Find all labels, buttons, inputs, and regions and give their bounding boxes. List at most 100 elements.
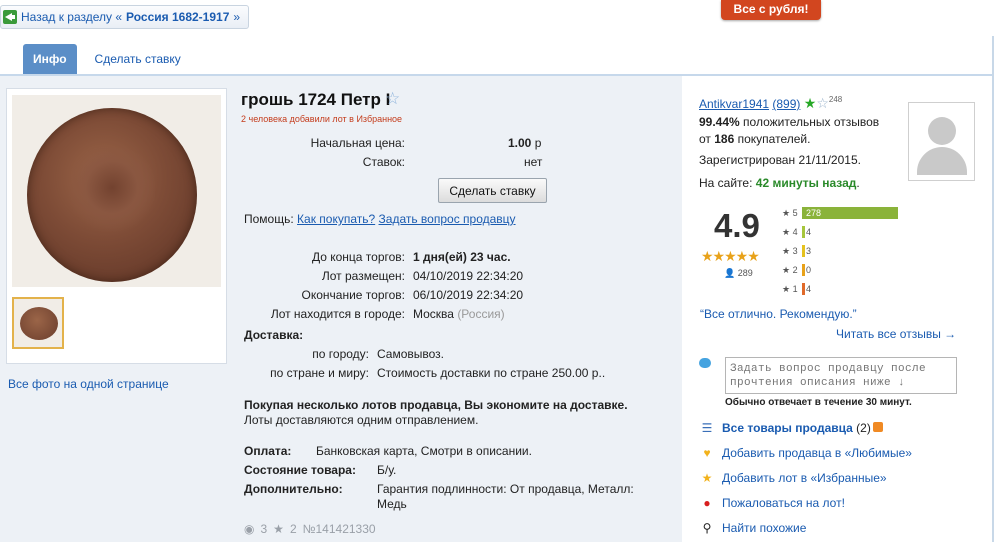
back-to-section-link[interactable]: Назад к разделу «Россия 1682-1917» [0, 5, 250, 29]
positive-pct: 99.44% [699, 115, 740, 129]
bids-value: нет [524, 155, 543, 169]
complain-link[interactable]: Пожаловаться на лот! [722, 496, 845, 510]
time-left-value: 1 дня(ей) 23 час. [413, 250, 511, 264]
rating-bar-label: ★ 3 [782, 246, 798, 256]
find-similar-link[interactable]: Найти похожие [722, 521, 806, 535]
help-row: Помощь: Как покупать? Задать вопрос прод… [244, 212, 516, 226]
eagle-relief [69, 148, 155, 236]
all-goods-link[interactable]: Все товары продавца [722, 421, 853, 435]
rss-icon[interactable] [872, 422, 883, 432]
from-label: от [699, 132, 711, 146]
seller-sup-count: 248 [828, 95, 843, 104]
add-seller-row[interactable]: ♥ Добавить продавца в «Любимые» [700, 446, 912, 460]
delivery-world-label: по стране и миру: [270, 366, 369, 380]
tab-place-bid[interactable]: Сделать ставку [77, 44, 191, 74]
lot-title: грошь 1724 Петр I [241, 90, 391, 109]
alert-icon: ● [703, 496, 711, 510]
city-label: Лот находится в городе: [270, 307, 405, 321]
score-stars-icon: ★★★★★ [701, 248, 760, 264]
seller-name-link[interactable]: Antikvar1941 [699, 97, 769, 111]
delivery-city-value: Самовывоз. [377, 347, 445, 361]
rating-bar-count: 3 [806, 246, 812, 256]
favorite-star-icon[interactable]: ☆ [385, 89, 400, 109]
complain-row[interactable]: ● Пожаловаться на лот! [700, 496, 845, 510]
ask-seller-link[interactable]: Задать вопрос продавцу [379, 212, 516, 226]
views-count: 3 [260, 522, 268, 536]
rating-bar-label: ★ 4 [782, 227, 798, 237]
country-value: (Россия) [457, 307, 505, 321]
reply-time-note: Обычно отвечает в течение 30 минут. [725, 397, 912, 408]
eye-icon: ◉ [244, 522, 255, 536]
online-value: 42 минуты назад [755, 176, 857, 190]
rating-bar-fill [802, 226, 805, 238]
lot-stats: ◉ 3 ★ 2 №141421330 [244, 522, 376, 536]
rating-bar-row: ★ 1 4 [782, 282, 892, 301]
positive-text: положительных отзывов [743, 115, 880, 129]
add-lot-row[interactable]: ★ Добавить лот в «Избранные» [700, 471, 887, 485]
placed-label: Лот размещен: [321, 269, 405, 283]
start-price-value: 1.00 [508, 136, 532, 150]
rating-distribution: ★ 5 278 ★ 4 4 ★ 3 3 ★ 2 0 ★ 1 4 [782, 206, 898, 301]
rating-bar-label: ★ 1 [782, 284, 798, 294]
seller-panel: Antikvar1941 (899) ★☆248 99.44% положите… [682, 76, 992, 542]
photo-gallery [6, 88, 227, 364]
ends-value: 06/10/2019 22:34:20 [413, 288, 524, 302]
favorites-note: 2 человека добавили лот в Избранное [241, 114, 403, 124]
positive-feedback: 99.44% положительных отзывов [699, 115, 879, 129]
how-to-buy-link[interactable]: Как покупать? [297, 212, 375, 226]
payment-value: Банковская карта, Смотри в описании. [316, 444, 532, 458]
ends-label: Окончание торгов: [301, 288, 406, 302]
lot-number: №141421330 [302, 522, 376, 536]
lot-details: грошь 1724 Петр I ☆ 2 человека добавили … [232, 76, 682, 542]
similar-row[interactable]: ⚲ Найти похожие [700, 521, 807, 535]
top-bar: Назад к разделу «Россия 1682-1917» Все с… [0, 0, 996, 36]
place-bid-button[interactable]: Сделать ставку [438, 178, 547, 203]
rating-bar-fill [802, 283, 805, 295]
extra-label: Дополнительно: [244, 482, 343, 496]
all-goods-row[interactable]: ☰ Все товары продавца (2) [700, 421, 883, 435]
add-lot-link[interactable]: Добавить лот в «Избранные» [722, 471, 887, 485]
list-icon: ☰ [701, 421, 713, 435]
delivery-label: Доставка: [244, 328, 304, 342]
extra-value-line-2: Медь [377, 497, 407, 511]
rating-bar-row: ★ 3 3 [782, 244, 892, 263]
rating-bar-count: 278 [806, 208, 822, 218]
rating-bar-count: 4 [806, 284, 812, 294]
star-icon: ★ [273, 522, 284, 536]
tab-info[interactable]: Инфо [23, 44, 77, 74]
back-prefix: Назад к разделу « [21, 10, 123, 24]
seller-avatar[interactable] [908, 102, 975, 181]
main-lot-photo[interactable] [12, 95, 221, 287]
promo-badge[interactable]: Все с рубля! [721, 0, 821, 20]
save-note: Лоты доставляются одним отправлением. [244, 413, 479, 427]
buyers-line: от 186 покупателей. [699, 132, 810, 146]
save-note-bold: Покупая несколько лотов продавца, Вы эко… [244, 398, 628, 412]
photo-thumbnail[interactable] [12, 297, 64, 349]
reviews-total-value: 289 [737, 268, 753, 278]
online-label: На сайте: [699, 176, 753, 190]
back-arrow-icon [3, 10, 17, 24]
read-all-reviews-link[interactable]: Читать все отзывы → [836, 327, 956, 341]
seller-rating-link[interactable]: (899) [772, 97, 800, 111]
search-icon: ⚲ [702, 521, 712, 535]
reviews-total: 👤 289 [724, 268, 753, 279]
rating-bar-fill [802, 264, 805, 276]
lot-content: Все фото на одной странице грошь 1724 Пе… [0, 76, 992, 542]
ask-seller-input[interactable] [725, 357, 957, 394]
start-price-label: Начальная цена: [310, 136, 405, 150]
lot-tabs: Инфо Сделать ставку [23, 44, 191, 74]
all-goods-count: (2) [856, 421, 871, 435]
currency: р [534, 136, 542, 150]
heart-icon: ♥ [703, 446, 711, 460]
all-photos-link[interactable]: Все фото на одной странице [8, 377, 169, 391]
star-add-icon: ★ [701, 471, 713, 485]
payment-label: Оплата: [244, 444, 292, 458]
coin-image [27, 108, 197, 282]
bids-label: Ставок: [362, 155, 405, 169]
review-quote: “Все отлично. Рекомендую.” [700, 307, 857, 321]
avatar-body [917, 147, 967, 175]
add-seller-link[interactable]: Добавить продавца в «Любимые» [722, 446, 912, 460]
seller-score: 4.9 [714, 207, 760, 244]
rating-bar-label: ★ 2 [782, 265, 798, 275]
online-status: На сайте: 42 минуты назад. [699, 176, 860, 190]
